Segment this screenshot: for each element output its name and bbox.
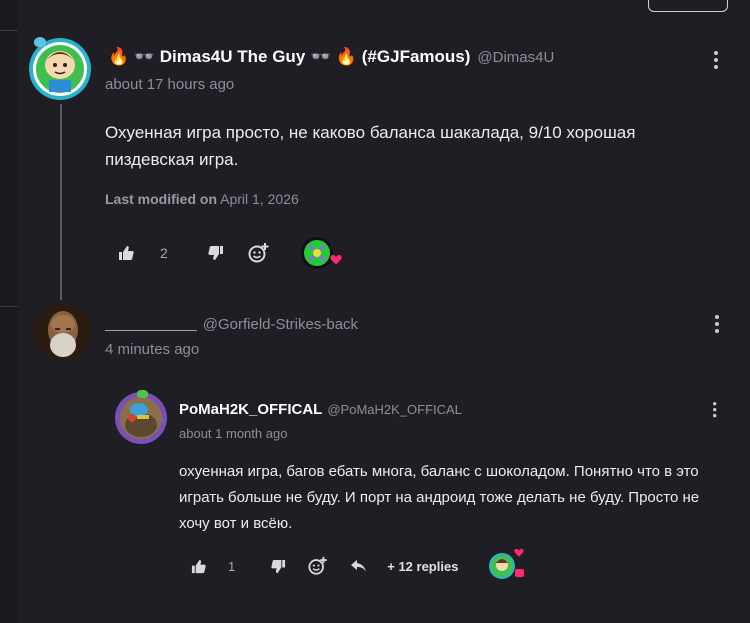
like-count: 1 [228,558,236,574]
heart-icon [514,548,525,557]
add-reaction-button[interactable] [248,242,270,264]
author-row: ___________ @Gorfield-Strikes-back [105,313,358,335]
add-reaction-icon [308,556,327,575]
like-count: 2 [160,245,168,261]
kebab-menu-icon[interactable] [715,315,719,336]
add-reaction-icon [248,243,269,263]
left-edge [0,0,18,623]
comment-text: Охуенная игра просто, не каково баланса … [105,123,636,169]
thread-line [60,104,62,300]
author-name[interactable]: PoMaH2K_OFFICAL [179,401,322,418]
last-modified-label: Last modified on [105,191,217,207]
extra-reaction-icon [515,569,525,577]
like-button[interactable] [118,245,134,261]
reaction-avatar [489,553,516,579]
comment-text: охуенная игра, багов ебать многа, баланс… [179,463,700,532]
author-row: 🔥 👓 Dimas4U The Guy 👓 🔥 (#GJFamous) @Dim… [108,46,554,68]
thumbs-up-icon [119,246,134,260]
thumbs-down-icon [208,246,223,260]
author-handle[interactable]: @PoMaH2K_OFFICAL [327,402,462,417]
thumbs-down-icon [271,559,286,573]
author-row: PoMaH2K_OFFICAL @PoMaH2K_OFFICAL [179,399,462,419]
replies-button[interactable]: + 12 replies [387,559,458,574]
avatar-badge [137,390,148,398]
timestamp[interactable]: about 1 month ago [179,426,287,441]
avatar[interactable] [33,303,91,361]
kebab-menu-icon[interactable] [714,51,718,72]
timestamp[interactable]: 4 minutes ago [105,341,199,358]
thumbs-up-icon [191,559,206,573]
author-name[interactable]: ___________ [105,316,197,333]
avatar-image [117,394,165,442]
reaction-avatar [300,237,333,269]
add-reaction-button[interactable] [308,556,328,576]
avatar-image [33,42,87,96]
dislike-button[interactable] [271,559,286,574]
comment-actions: 2 [118,237,342,269]
reply-button[interactable] [350,559,367,573]
reply-icon [351,560,367,572]
author-name[interactable]: 🔥 👓 Dimas4U The Guy 👓 🔥 (#GJFamous) [108,47,470,67]
top-button[interactable] [648,0,728,12]
author-handle[interactable]: @Gorfield-Strikes-back [203,316,358,333]
avatar[interactable] [29,38,91,100]
avatar[interactable] [115,392,167,444]
author-handle[interactable]: @Dimas4U [477,49,554,66]
last-modified: Last modified on April 1, 2026 [105,191,299,207]
comment-actions: 1 + 12 replies [191,548,525,580]
last-modified-date: April 1, 2026 [220,191,299,207]
like-button[interactable] [191,559,206,574]
reaction-badge[interactable] [300,236,342,270]
reaction-badge[interactable] [488,548,525,580]
timestamp[interactable]: about 17 hours ago [105,76,234,93]
kebab-menu-icon[interactable] [713,402,717,420]
heart-icon [330,255,342,265]
avatar-image [33,303,91,361]
dislike-button[interactable] [208,245,224,261]
avatar-badge [34,37,46,47]
